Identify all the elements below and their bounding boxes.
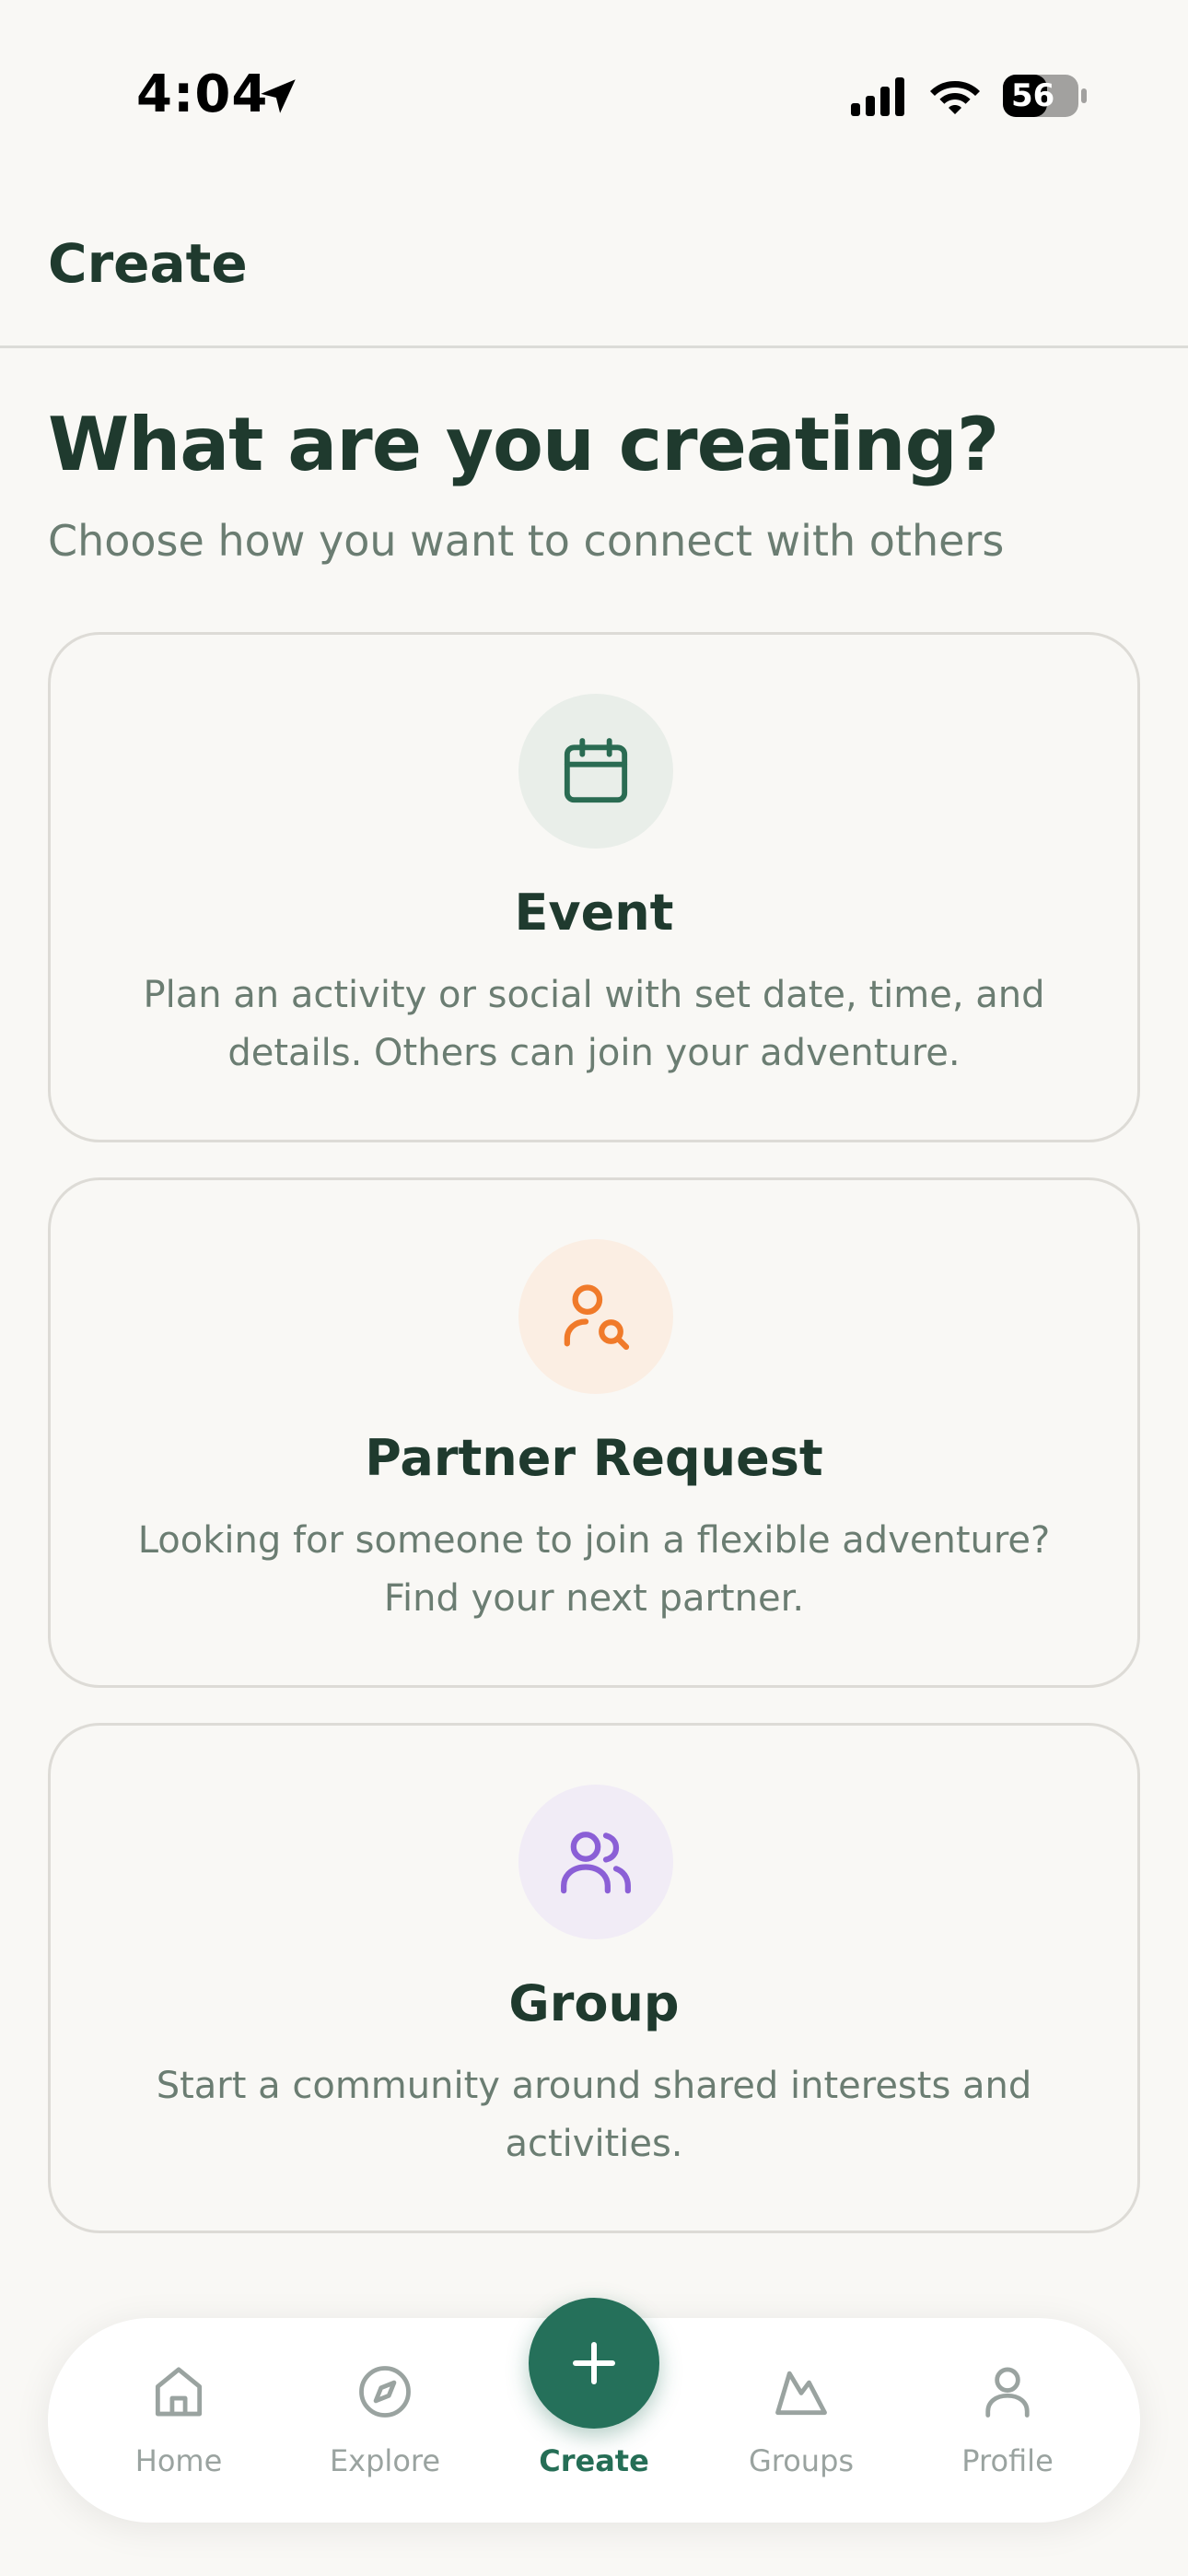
page-title: Create xyxy=(48,232,248,295)
nav-explore-label: Explore xyxy=(329,2443,441,2478)
battery-level: 56 xyxy=(1011,77,1055,114)
nav-profile[interactable]: Profile xyxy=(915,2318,1100,2523)
status-bar: 4:04 56 xyxy=(0,0,1188,193)
header: Create xyxy=(0,193,1188,348)
event-description: Plan an activity or social with set date… xyxy=(143,974,1045,1074)
user-search-icon xyxy=(564,1284,630,1351)
nav-profile-label: Profile xyxy=(961,2443,1054,2478)
event-icon-badge xyxy=(518,694,673,849)
status-time: 4:04 xyxy=(136,64,269,124)
group-description: Start a community around shared interest… xyxy=(156,2065,1032,2165)
calendar-icon xyxy=(564,738,628,803)
nav-home[interactable]: Home xyxy=(87,2318,271,2523)
location-arrow-icon xyxy=(261,79,296,113)
partner-request-title: Partner Request xyxy=(365,1429,823,1487)
group-icon-badge xyxy=(518,1785,673,1939)
nav-explore[interactable]: Explore xyxy=(293,2318,477,2523)
home-icon xyxy=(155,2367,203,2417)
main-subtitle: Choose how you want to connect with othe… xyxy=(48,516,1005,566)
partner-request-description: Looking for someone to join a flexible a… xyxy=(137,1519,1051,1620)
nav-groups-label: Groups xyxy=(748,2443,855,2478)
user-icon xyxy=(985,2367,1030,2418)
mountain-icon xyxy=(775,2371,827,2416)
users-icon xyxy=(561,1832,631,1894)
compass-icon xyxy=(359,2366,411,2418)
plus-icon xyxy=(573,2342,615,2384)
event-option-card[interactable]: Event Plan an activity or social with se… xyxy=(48,632,1140,1142)
group-title: Group xyxy=(508,1974,680,2032)
partner-request-icon-badge xyxy=(518,1239,673,1394)
nav-home-label: Home xyxy=(134,2443,223,2478)
group-option-card[interactable]: Group Start a community around shared in… xyxy=(48,1723,1140,2233)
event-title: Event xyxy=(514,884,674,942)
wifi-icon xyxy=(930,81,980,114)
nav-groups[interactable]: Groups xyxy=(709,2318,893,2523)
create-button[interactable] xyxy=(529,2298,659,2429)
nav-create-label: Create xyxy=(539,2443,649,2478)
cellular-signal-icon xyxy=(851,77,904,116)
partner-request-option-card[interactable]: Partner Request Looking for someone to j… xyxy=(48,1177,1140,1688)
main-heading: What are you creating? xyxy=(48,402,999,487)
